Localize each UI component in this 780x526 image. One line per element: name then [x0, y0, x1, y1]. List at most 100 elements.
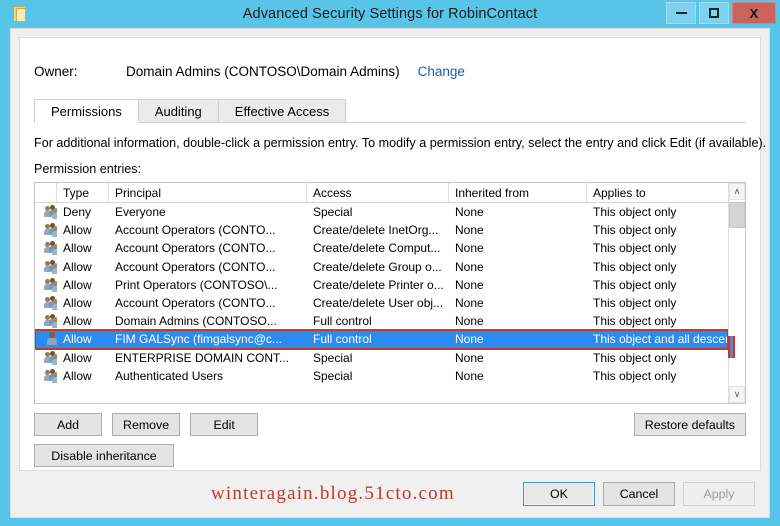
- tab-permissions[interactable]: Permissions: [34, 99, 139, 123]
- inheritance-buttons: Disable inheritance: [34, 444, 746, 467]
- row-inherited-from: None: [455, 296, 484, 311]
- row-applies-to: This object only: [593, 241, 677, 256]
- row-access: Create/delete Comput...: [313, 241, 441, 256]
- table-row[interactable]: Allow Account Operators (CONTO... Create/d…: [35, 239, 728, 257]
- row-icon-cell: [35, 223, 57, 238]
- row-principal: Print Operators (CONTOSO\...: [115, 277, 278, 292]
- column-header-inherited-from[interactable]: Inherited from: [449, 183, 587, 202]
- apply-button[interactable]: Apply: [683, 482, 755, 506]
- tab-strip: Permissions Auditing Effective Access: [34, 99, 746, 123]
- restore-defaults-button[interactable]: Restore defaults: [633, 413, 746, 436]
- table-row[interactable]: Allow FIM GALSync (fimgalsync@c... Full co…: [35, 329, 728, 350]
- row-inherited-from: None: [455, 277, 484, 292]
- window-controls: X: [666, 2, 776, 24]
- title-bar: Advanced Security Settings for RobinCont…: [0, 0, 780, 28]
- row-type: Allow: [63, 350, 92, 365]
- table-row[interactable]: Deny Everyone Special None This object only: [35, 203, 728, 221]
- row-icon-cell: [35, 314, 57, 329]
- row-type: Allow: [63, 368, 92, 383]
- group-icon: [44, 350, 57, 365]
- table-row[interactable]: Allow Authenticated Users Special None This …: [35, 367, 728, 385]
- column-header-type[interactable]: Type: [57, 183, 109, 202]
- row-inherited-from: None: [455, 314, 484, 329]
- row-applies-to: This object only: [593, 368, 677, 383]
- permission-entries-table: Type Principal Access Inherited from App…: [34, 182, 746, 404]
- row-inherited-from: None: [455, 241, 484, 256]
- row-type: Allow: [63, 332, 92, 347]
- tab-effective-access[interactable]: Effective Access: [217, 99, 347, 123]
- row-icon-cell: [35, 350, 57, 365]
- tab-auditing[interactable]: Auditing: [137, 99, 219, 123]
- row-access: Special: [313, 368, 353, 383]
- scrollbar-track[interactable]: [728, 200, 745, 386]
- row-type: Allow: [63, 223, 92, 238]
- table-vertical-scrollbar[interactable]: ∧ ∨: [728, 183, 745, 403]
- close-button[interactable]: X: [732, 2, 776, 24]
- row-inherited-from: None: [455, 350, 484, 365]
- table-row[interactable]: Allow Domain Admins (CONTOSO... Full contr…: [35, 312, 728, 330]
- advanced-security-settings-window: Advanced Security Settings for RobinCont…: [0, 0, 780, 526]
- scroll-up-button[interactable]: ∧: [729, 183, 745, 200]
- user-icon: [44, 332, 57, 346]
- column-header-applies-to[interactable]: Applies to: [587, 183, 728, 202]
- edit-button[interactable]: Edit: [190, 413, 259, 436]
- group-icon: [44, 277, 57, 292]
- table-row[interactable]: Allow Account Operators (CONTO... Create/d…: [35, 221, 728, 239]
- row-principal: ENTERPRISE DOMAIN CONT...: [115, 350, 290, 365]
- table-row[interactable]: Allow Account Operators (CONTO... Create/d…: [35, 294, 728, 312]
- owner-label: Owner:: [34, 64, 78, 79]
- change-owner-link[interactable]: Change: [418, 64, 465, 79]
- row-access: Special: [313, 205, 353, 220]
- row-applies-to: This object only: [593, 223, 677, 238]
- group-icon: [44, 241, 57, 256]
- dialog-client-area: Owner: Domain Admins (CONTOSO\Domain Adm…: [10, 28, 770, 518]
- maximize-icon: [709, 8, 719, 18]
- scroll-down-button[interactable]: ∨: [729, 386, 745, 403]
- instruction-text: For additional information, double-click…: [34, 136, 767, 150]
- owner-row: Owner: Domain Admins (CONTOSO\Domain Adm…: [34, 64, 746, 79]
- group-icon: [44, 259, 57, 274]
- table-row[interactable]: Allow Account Operators (CONTO... Create/d…: [35, 258, 728, 276]
- row-icon-cell: [35, 368, 57, 383]
- row-type: Allow: [63, 314, 92, 329]
- row-access: Create/delete InetOrg...: [313, 223, 439, 238]
- row-access: Create/delete User obj...: [313, 296, 444, 311]
- row-inherited-from: None: [455, 332, 484, 347]
- row-access: Full control: [313, 314, 372, 329]
- content-panel: Owner: Domain Admins (CONTOSO\Domain Adm…: [19, 37, 767, 471]
- ok-button[interactable]: OK: [523, 482, 595, 506]
- table-row[interactable]: Allow Print Operators (CONTOSO\... Create/…: [35, 276, 728, 294]
- table-row[interactable]: Allow ENTERPRISE DOMAIN CONT... Special Non…: [35, 349, 728, 367]
- scrollbar-thumb[interactable]: [729, 202, 745, 228]
- disable-inheritance-button[interactable]: Disable inheritance: [34, 444, 174, 467]
- row-icon-cell: [35, 296, 57, 311]
- row-icon-cell: [35, 205, 57, 220]
- row-applies-to: This object only: [593, 259, 677, 274]
- row-type: Allow: [63, 277, 92, 292]
- row-icon-cell: [35, 277, 57, 292]
- window-title: Advanced Security Settings for RobinCont…: [242, 6, 538, 22]
- row-inherited-from: None: [455, 223, 484, 238]
- maximize-button[interactable]: [699, 2, 729, 24]
- row-principal: Account Operators (CONTO...: [115, 259, 276, 274]
- row-inherited-from: None: [455, 205, 484, 220]
- group-icon: [44, 296, 57, 311]
- row-principal: Account Operators (CONTO...: [115, 223, 276, 238]
- group-icon: [44, 205, 57, 220]
- row-type: Allow: [63, 259, 92, 274]
- add-button[interactable]: Add: [34, 413, 102, 436]
- row-applies-to: This object only: [593, 277, 677, 292]
- group-icon: [44, 314, 57, 329]
- permission-entries-label: Permission entries:: [34, 162, 142, 176]
- column-header-icon[interactable]: [35, 183, 57, 202]
- remove-button[interactable]: Remove: [112, 413, 181, 436]
- column-header-access[interactable]: Access: [307, 183, 449, 202]
- row-applies-to: This object only: [593, 350, 677, 365]
- table-header-row: Type Principal Access Inherited from App…: [35, 183, 728, 203]
- column-header-principal[interactable]: Principal: [109, 183, 307, 202]
- row-type: Allow: [63, 296, 92, 311]
- row-access: Create/delete Group o...: [313, 259, 442, 274]
- cancel-button[interactable]: Cancel: [603, 482, 675, 506]
- minimize-button[interactable]: [666, 2, 696, 24]
- row-principal: Domain Admins (CONTOSO...: [115, 314, 277, 329]
